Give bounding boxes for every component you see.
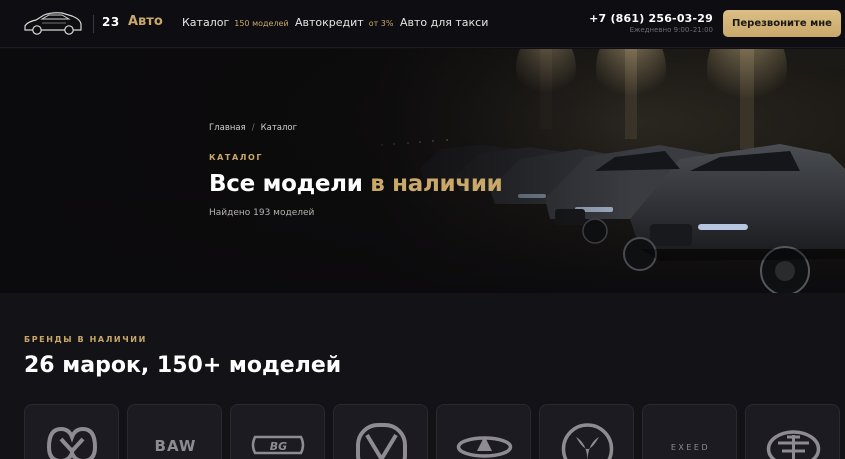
page-title-accent: в наличии — [370, 171, 503, 197]
brands-title: 26 марок, 150+ моделей — [24, 353, 342, 378]
page-title-main: Все модели — [209, 171, 371, 197]
brand-number: 23 — [102, 15, 120, 29]
breadcrumb-catalog[interactable]: Каталог — [261, 123, 298, 133]
brand-card-dongfeng[interactable] — [539, 404, 634, 459]
dongfeng-logo-icon — [561, 423, 614, 459]
exeed-logo-text: EXEED — [671, 443, 710, 452]
exeed-logo-icon: EXEED — [671, 443, 710, 452]
brand-card-bg[interactable]: BG — [230, 404, 325, 459]
brand-card-exeed[interactable]: EXEED — [642, 404, 737, 459]
brands-eyebrow: БРЕНДЫ В НАЛИЧИИ — [24, 335, 147, 344]
hero-eyebrow: КАТАЛОГ — [209, 153, 264, 162]
nav-autocredit-label: Автокредит — [295, 16, 364, 29]
nav-autocredit-sub: от 3% — [368, 19, 394, 28]
chery-logo-icon — [456, 436, 513, 458]
site-header: 23 Авто Каталог 150 моделей Автокредит от … — [0, 0, 845, 48]
baw-logo-text: BAW — [155, 437, 197, 455]
bg-logo-text: BG — [270, 440, 287, 453]
logo-divider — [93, 15, 94, 33]
brand-card-changan[interactable] — [333, 404, 428, 459]
car-logo-icon[interactable] — [22, 10, 84, 38]
page-title: Все модели в наличии — [209, 171, 503, 197]
jetour-logo-icon — [46, 426, 98, 459]
nav-catalog-sub: 150 моделей — [234, 19, 289, 28]
working-hours: Ежедневно 9:00–21:00 — [629, 26, 713, 34]
breadcrumb: Главная / Каталог — [209, 123, 297, 133]
hero-section: Главная / Каталог КАТАЛОГ Все модели в нал… — [0, 49, 845, 293]
page: 23 Авто Каталог 150 моделей Автокредит от … — [0, 0, 845, 459]
changan-logo-icon — [356, 423, 407, 459]
brand-card-faw[interactable] — [745, 404, 840, 459]
brand-card-jetour[interactable] — [24, 404, 119, 459]
bg-logo-icon: BG — [251, 435, 305, 455]
callback-button[interactable]: Перезвоните мне — [723, 10, 841, 37]
faw-logo-icon — [766, 430, 821, 459]
brand-card-baw[interactable]: BAW — [127, 404, 222, 459]
breadcrumb-separator: / — [251, 123, 255, 133]
results-count: Найдено 193 моделей — [209, 208, 315, 218]
breadcrumb-home[interactable]: Главная — [209, 123, 246, 133]
nav-taxi[interactable]: Авто для такси — [400, 16, 488, 29]
nav-catalog-label: Каталог — [182, 16, 230, 29]
nav-autocredit[interactable]: Автокредит от 3% — [295, 16, 394, 29]
baw-logo-icon: BAW — [155, 437, 197, 455]
brand-name: Авто — [128, 14, 163, 29]
nav-catalog[interactable]: Каталог 150 моделей — [182, 16, 289, 29]
brand-card-chery[interactable] — [436, 404, 531, 459]
phone-number[interactable]: +7 (861) 256-03-29 — [589, 12, 713, 25]
nav-taxi-label: Авто для такси — [400, 16, 489, 29]
brands-section: БРЕНДЫ В НАЛИЧИИ 26 марок, 150+ моделей … — [0, 293, 845, 459]
